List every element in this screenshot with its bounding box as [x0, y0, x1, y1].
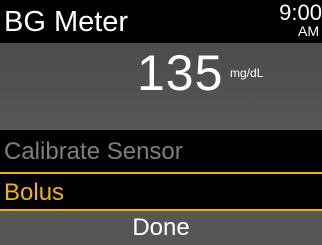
- header-bar: BG Meter 9:00 AM: [0, 0, 322, 43]
- bg-unit: mg/dL: [230, 66, 264, 80]
- screen-title: BG Meter: [4, 6, 129, 38]
- bg-reading-panel: 135 mg/dL: [0, 43, 322, 130]
- action-menu: Calibrate Sensor Bolus Done: [0, 130, 322, 245]
- clock-ampm: AM: [298, 23, 319, 39]
- done-button[interactable]: Done: [0, 209, 322, 245]
- clock-time: 9:00: [279, 0, 322, 25]
- bg-value: 135: [137, 45, 224, 101]
- bolus-item[interactable]: Bolus: [0, 172, 322, 209]
- calibrate-sensor-item[interactable]: Calibrate Sensor: [0, 133, 322, 170]
